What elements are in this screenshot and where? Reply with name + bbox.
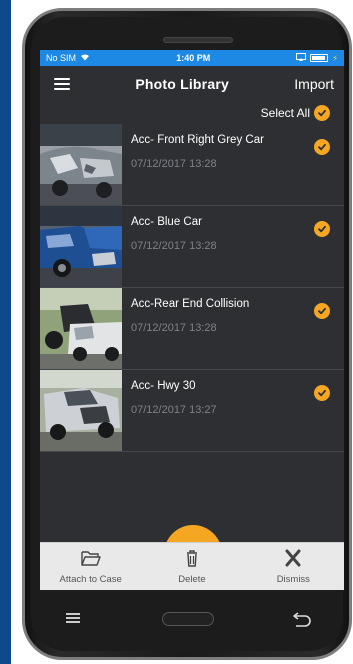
check-circle-icon[interactable]	[314, 385, 330, 401]
screen-mirror-icon	[296, 53, 307, 63]
photo-list-item[interactable]: Acc- Hwy 30 07/12/2017 13:27	[40, 370, 344, 452]
nav-bar: Photo Library Import	[40, 66, 344, 102]
photo-title: Acc- Hwy 30	[131, 380, 196, 392]
photo-list-item[interactable]: Acc- Front Right Grey Car 07/12/2017 13:…	[40, 124, 344, 206]
photo-thumbnail	[40, 206, 122, 287]
hardware-menu-button[interactable]	[66, 613, 80, 625]
close-icon	[283, 549, 303, 570]
select-all-label: Select All	[260, 106, 310, 120]
page-title: Photo Library	[135, 76, 229, 92]
attach-to-case-button[interactable]: Attach to Case	[40, 549, 141, 585]
photo-thumbnail	[40, 124, 122, 205]
folder-open-icon	[80, 549, 101, 570]
photo-thumbnail	[40, 370, 122, 451]
select-all-toggle[interactable]: Select All	[40, 102, 344, 124]
photo-date: 07/12/2017 13:28	[131, 240, 217, 252]
bottom-action-bar: Attach to Case Delete Dismiss	[40, 542, 344, 590]
import-button[interactable]: Import	[294, 76, 334, 92]
check-circle-icon[interactable]	[314, 221, 330, 237]
hardware-home-button[interactable]	[162, 612, 214, 626]
carrier-label: No SIM	[46, 53, 77, 63]
photo-title: Acc- Front Right Grey Car	[131, 134, 264, 146]
photo-thumbnail	[40, 288, 122, 369]
app-screen: No SIM 1:40 PM ⚡ Photo Library Import Se…	[40, 50, 344, 590]
dismiss-label: Dismiss	[276, 573, 310, 585]
photo-list-item[interactable]: Acc-Rear End Collision 07/12/2017 13:28	[40, 288, 344, 370]
check-circle-icon[interactable]	[314, 139, 330, 155]
photo-list: Acc- Front Right Grey Car 07/12/2017 13:…	[40, 124, 344, 452]
delete-button[interactable]: Delete	[141, 549, 242, 585]
check-circle-icon[interactable]	[314, 105, 330, 121]
photo-date: 07/12/2017 13:27	[131, 404, 217, 416]
attach-label: Attach to Case	[59, 573, 122, 585]
battery-icon	[310, 54, 329, 62]
page-left-border	[0, 0, 11, 664]
status-time: 1:40 PM	[176, 53, 211, 63]
photo-title: Acc-Rear End Collision	[131, 298, 250, 310]
phone-speaker	[163, 37, 233, 43]
wifi-icon	[80, 53, 90, 63]
photo-date: 07/12/2017 13:28	[131, 322, 217, 334]
check-circle-icon[interactable]	[314, 303, 330, 319]
trash-icon	[182, 549, 202, 570]
photo-title: Acc- Blue Car	[131, 216, 202, 228]
charging-icon: ⚡	[332, 53, 338, 63]
hamburger-icon[interactable]	[54, 78, 70, 90]
delete-label: Delete	[178, 573, 206, 585]
back-icon[interactable]	[292, 610, 312, 628]
photo-list-item[interactable]: Acc- Blue Car 07/12/2017 13:28	[40, 206, 344, 288]
status-bar: No SIM 1:40 PM ⚡	[40, 50, 344, 66]
dismiss-button[interactable]: Dismiss	[243, 549, 344, 585]
photo-date: 07/12/2017 13:28	[131, 158, 217, 170]
